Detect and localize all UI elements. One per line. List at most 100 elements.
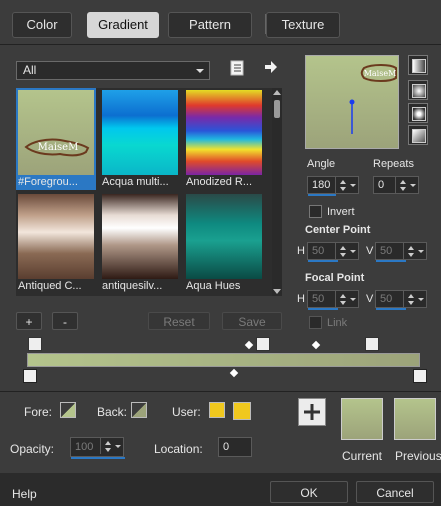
cancel-button[interactable]: Cancel xyxy=(356,481,434,503)
tab-divider xyxy=(0,44,441,45)
previous-gradient-swatch xyxy=(394,398,436,440)
add-to-swatches-button[interactable] xyxy=(298,398,326,426)
opacity-midpoint-left[interactable] xyxy=(244,340,254,350)
angle-value: 180 xyxy=(312,179,331,191)
location-label: Location: xyxy=(154,442,203,456)
focal-v-value: 50 xyxy=(380,293,393,305)
opacity-stop-start[interactable] xyxy=(28,337,42,351)
gradient-item-foreground[interactable]: MaiseM #Foregrou... xyxy=(16,88,96,190)
previous-label: Previous xyxy=(395,449,441,463)
focal-v-label: V xyxy=(366,293,374,305)
opacity-midpoint-right[interactable] xyxy=(311,340,321,350)
opacity-label: Opacity: xyxy=(10,442,55,456)
focal-h-value: 50 xyxy=(312,293,325,305)
repeats-value: 0 xyxy=(378,179,385,191)
repeats-label: Repeats xyxy=(373,158,414,170)
center-h-value: 50 xyxy=(312,245,325,257)
gradient-swatch xyxy=(186,90,262,175)
gradient-library-grid: MaiseM #Foregrou... Acqua multi... Anodi… xyxy=(16,88,272,296)
tab-color[interactable]: Color xyxy=(12,12,72,38)
rectangular-style-button[interactable] xyxy=(408,80,428,100)
watermark-text: MaiseM xyxy=(38,142,79,153)
gradient-item-label: antiquesilv... xyxy=(102,280,163,292)
gradient-item-antiqued[interactable]: Antiqued C... xyxy=(16,192,96,294)
location-value: 0 xyxy=(223,441,230,453)
gradient-item-label: Acqua multi... xyxy=(102,176,169,188)
focal-point-label: Focal Point xyxy=(305,272,365,284)
focal-h-input[interactable]: 50 xyxy=(307,290,359,310)
center-v-label: V xyxy=(366,245,374,257)
preview-watermark-text: MaiseM xyxy=(364,69,397,78)
invert-checkbox[interactable] xyxy=(309,205,322,218)
focal-v-input[interactable]: 50 xyxy=(375,290,427,310)
reset-button[interactable]: Reset xyxy=(148,312,210,330)
back-label: Back: xyxy=(97,405,128,419)
editor-divider xyxy=(0,391,441,392)
link-label: Link xyxy=(327,317,348,329)
user-color-swatch[interactable] xyxy=(209,402,225,418)
book-menu-icon[interactable] xyxy=(230,60,244,76)
gradient-item-label: Antiqued C... xyxy=(18,280,82,292)
gradient-swatch: MaiseM xyxy=(18,90,94,175)
center-v-input[interactable]: 50 xyxy=(375,242,427,262)
center-point-handle xyxy=(349,99,355,105)
gradient-item-label: #Foregrou... xyxy=(18,176,78,188)
center-h-label: H xyxy=(297,245,305,257)
invert-label: Invert xyxy=(327,206,355,218)
tab-gradient[interactable]: Gradient xyxy=(87,12,159,38)
opacity-stop-mid[interactable] xyxy=(256,337,270,351)
scrollbar-thumb[interactable] xyxy=(274,100,280,118)
gradient-item-acqua-multi[interactable]: Acqua multi... xyxy=(100,88,180,190)
tab-pattern[interactable]: Pattern xyxy=(168,12,252,38)
center-v-value: 50 xyxy=(380,245,393,257)
opacity-input[interactable]: 100 xyxy=(70,437,125,459)
background-color-swatch[interactable] xyxy=(131,402,147,418)
gradient-editor-bar[interactable] xyxy=(27,353,420,367)
foreground-color-swatch[interactable] xyxy=(60,402,76,418)
color-midpoint[interactable] xyxy=(229,368,239,378)
scroll-up-icon[interactable] xyxy=(273,90,281,95)
color-stop-start[interactable] xyxy=(23,369,37,383)
add-gradient-button[interactable]: + xyxy=(16,312,42,330)
gradient-item-label: Aqua Hues xyxy=(186,280,241,292)
user-color-swatch-large[interactable] xyxy=(233,402,251,420)
ok-button[interactable]: OK xyxy=(270,481,348,503)
scroll-down-icon[interactable] xyxy=(273,289,281,294)
linear-style-button[interactable] xyxy=(408,55,428,75)
color-stop-end[interactable] xyxy=(413,369,427,383)
angle-label: Angle xyxy=(307,158,336,170)
gradient-swatch xyxy=(18,194,94,279)
gradient-swatch xyxy=(102,194,178,279)
current-gradient-swatch xyxy=(341,398,383,440)
chevron-down-icon xyxy=(196,69,204,73)
opacity-value: 100 xyxy=(75,441,94,453)
gradient-category-value: All xyxy=(23,63,37,77)
gradient-item-anodized[interactable]: Anodized R... xyxy=(184,88,264,190)
arrow-right-icon[interactable] xyxy=(264,60,278,74)
opacity-stop-end[interactable] xyxy=(365,337,379,351)
gradient-category-select[interactable]: All xyxy=(16,61,210,80)
gradient-swatch xyxy=(102,90,178,175)
angle-input[interactable]: 180 xyxy=(307,176,359,196)
remove-gradient-button[interactable]: - xyxy=(52,312,78,330)
gradient-item-aqua-hues[interactable]: Aqua Hues xyxy=(184,192,264,294)
save-button[interactable]: Save xyxy=(222,312,282,330)
plus-icon xyxy=(304,404,320,420)
sunburst-style-button[interactable] xyxy=(408,125,428,145)
current-label: Current xyxy=(342,449,383,463)
repeats-input[interactable]: 0 xyxy=(373,176,419,194)
gradient-item-label: Anodized R... xyxy=(186,176,253,188)
gradient-preview[interactable]: MaiseM xyxy=(305,55,399,149)
link-checkbox[interactable] xyxy=(309,316,322,329)
gradient-item-antiquesilver[interactable]: antiquesilv... xyxy=(100,192,180,294)
help-link[interactable]: Help xyxy=(12,487,37,501)
center-point-label: Center Point xyxy=(305,224,371,236)
radial-style-button[interactable] xyxy=(408,103,428,123)
fore-label: Fore: xyxy=(24,405,53,419)
tab-texture[interactable]: Texture xyxy=(266,12,340,38)
user-label: User: xyxy=(172,405,201,419)
center-h-input[interactable]: 50 xyxy=(307,242,359,262)
focal-h-label: H xyxy=(297,293,305,305)
location-input[interactable]: 0 xyxy=(218,437,252,457)
gradient-grid-scrollbar[interactable] xyxy=(272,88,282,296)
